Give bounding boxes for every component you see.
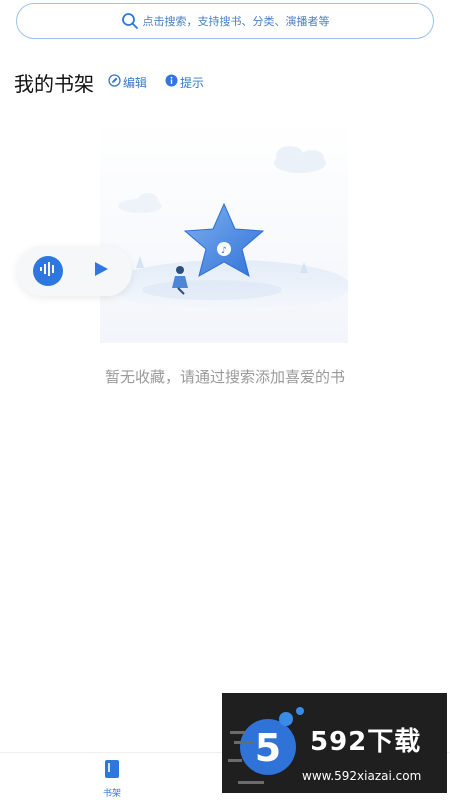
info-icon	[165, 74, 180, 90]
empty-illustration: ♪	[100, 118, 350, 343]
floating-player	[17, 246, 132, 296]
edit-icon	[108, 74, 123, 90]
shelf-header: 我的书架 编辑 提示	[14, 68, 222, 96]
empty-state-message: 暂无收藏，请通过搜索添加喜爱的书	[104, 368, 345, 386]
tip-button[interactable]: 提示	[165, 74, 204, 91]
search-icon	[121, 12, 139, 30]
edit-label: 编辑	[123, 75, 148, 90]
bookshelf-icon	[104, 759, 120, 783]
nav-item-bookshelf[interactable]: 书架	[90, 759, 134, 799]
watermark-logo: 5	[228, 701, 308, 793]
search-placeholder: 点击搜索，支持搜书、分类、演播者等	[142, 15, 330, 28]
play-button[interactable]	[89, 259, 113, 283]
sound-wave-icon	[39, 261, 57, 281]
play-icon	[92, 260, 110, 282]
edit-button[interactable]: 编辑	[108, 74, 147, 91]
search-bar[interactable]: 点击搜索，支持搜书、分类、演播者等	[16, 3, 434, 39]
page-title: 我的书架	[14, 71, 94, 96]
voice-button[interactable]	[33, 256, 63, 286]
tip-label: 提示	[180, 75, 205, 90]
watermark-url: www.592xiazai.com	[302, 769, 422, 783]
svg-text:♪: ♪	[221, 246, 227, 256]
watermark: 5 592下载 www.592xiazai.com	[222, 693, 447, 793]
watermark-title: 592下载	[310, 727, 422, 757]
svg-text:5: 5	[255, 726, 281, 770]
nav-label-bookshelf: 书架	[102, 789, 121, 799]
